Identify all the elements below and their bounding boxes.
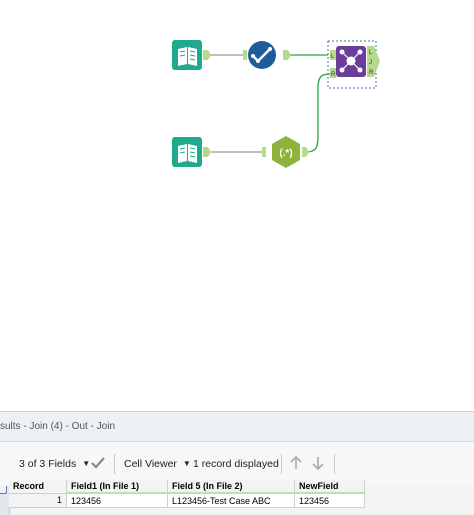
column-header-field5[interactable]: Field 5 (In File 2) bbox=[167, 480, 295, 494]
fields-dropdown[interactable]: 3 of 3 Fields ▼ bbox=[19, 456, 90, 472]
select-tool[interactable] bbox=[243, 41, 291, 69]
table-header-row: Record Field1 (In File 1) Field 5 (In Fi… bbox=[9, 480, 365, 494]
apply-fields-button[interactable] bbox=[89, 454, 107, 470]
cell-field1[interactable]: 123456 bbox=[66, 493, 168, 508]
anchor-right-output: R bbox=[369, 70, 374, 76]
cell-viewer-label: Cell Viewer bbox=[124, 458, 177, 470]
results-title-bar: sults - Join (4) - Out - Join bbox=[0, 412, 474, 442]
cell-newfield[interactable]: 123456 bbox=[294, 493, 365, 508]
records-displayed-label: 1 record displayed bbox=[193, 458, 279, 470]
cell-field5[interactable]: L123456-Test Case ABC bbox=[167, 493, 295, 508]
column-header-newfield[interactable]: NewField bbox=[294, 480, 365, 494]
results-title: sults - Join (4) - Out - Join bbox=[0, 421, 116, 432]
input-data-tool-2[interactable] bbox=[172, 137, 211, 167]
fields-dropdown-label: 3 of 3 Fields bbox=[19, 458, 77, 470]
results-table: Record Field1 (In File 1) Field 5 (In Fi… bbox=[9, 480, 365, 508]
workflow-diagram: L R L J R (.*) bbox=[172, 40, 380, 168]
arrow-up-icon bbox=[290, 455, 302, 469]
chevron-down-icon: ▼ bbox=[182, 459, 191, 468]
cell-viewer-dropdown[interactable]: Cell Viewer ▼ bbox=[124, 456, 191, 472]
column-header-record[interactable]: Record bbox=[9, 480, 67, 494]
results-grid: Record Field1 (In File 1) Field 5 (In Fi… bbox=[9, 480, 365, 508]
scroll-down-button[interactable] bbox=[310, 454, 326, 471]
toolbar-separator bbox=[114, 454, 115, 474]
connector-formula-join bbox=[305, 73, 331, 153]
records-displayed: 1 record displayed bbox=[193, 456, 279, 472]
workflow-canvas[interactable]: L R L J R (.*) bbox=[0, 0, 474, 411]
cell-record[interactable]: 1 bbox=[9, 493, 67, 508]
column-header-field1[interactable]: Field1 (In File 1) bbox=[66, 480, 168, 494]
formula-tool[interactable]: (.*) bbox=[262, 136, 309, 168]
toolbar-separator bbox=[334, 454, 335, 474]
anchor-right-input: R bbox=[331, 72, 336, 78]
toolbar-separator bbox=[281, 454, 282, 474]
formula-icon: (.*) bbox=[279, 148, 292, 159]
table-row[interactable]: 1 123456 L123456-Test Case ABC 123456 bbox=[9, 493, 365, 508]
results-pane: sults - Join (4) - Out - Join 3 of 3 Fie… bbox=[0, 411, 474, 515]
arrow-down-icon bbox=[312, 457, 324, 471]
workflow-window: L R L J R (.*) sults - Join (4) - Out - … bbox=[0, 0, 474, 515]
input-data-tool-1[interactable] bbox=[172, 40, 211, 70]
anchor-join-output: J bbox=[369, 60, 372, 66]
join-tool[interactable]: L R L J R bbox=[327, 40, 380, 89]
checkmark-icon bbox=[91, 457, 105, 469]
scroll-up-button[interactable] bbox=[288, 454, 304, 470]
